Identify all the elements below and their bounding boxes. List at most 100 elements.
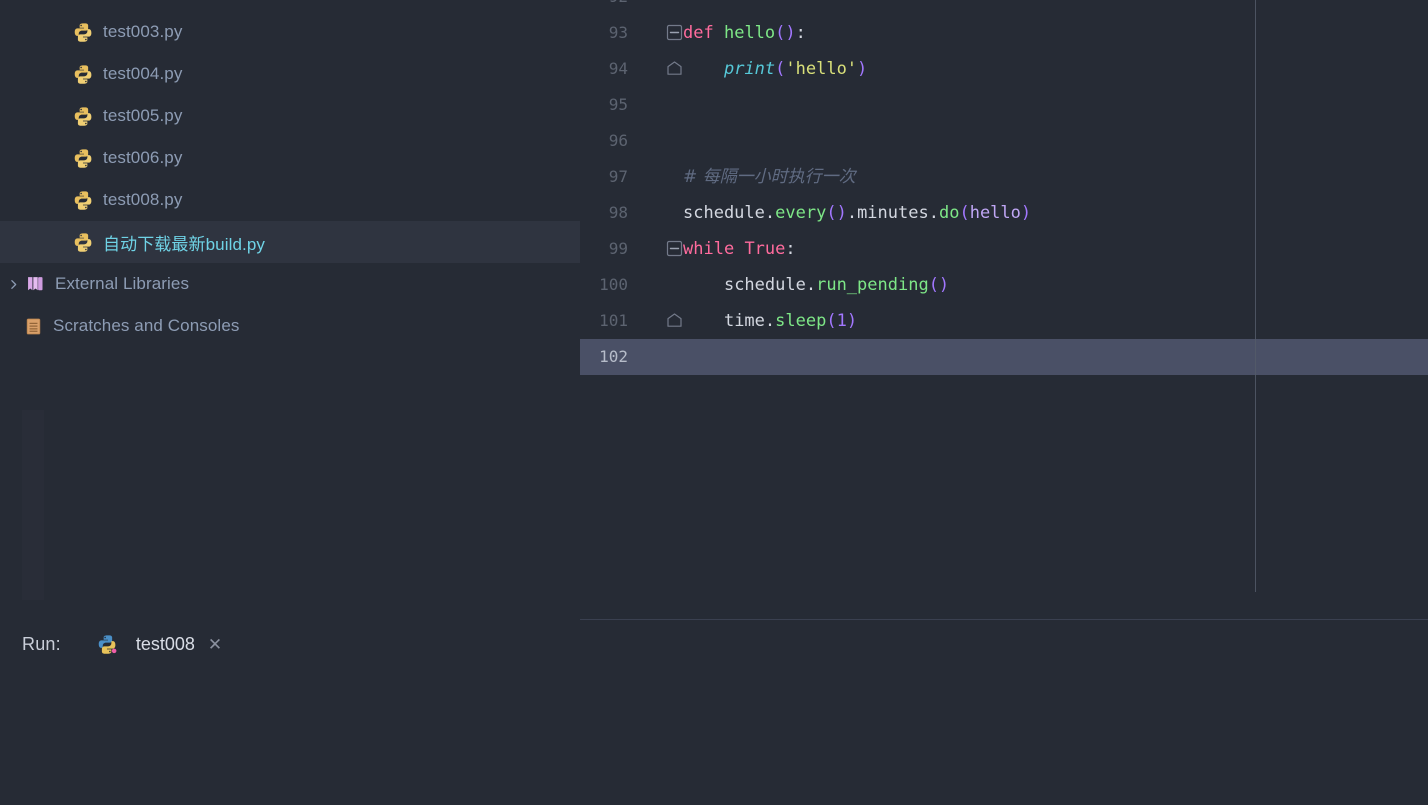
run-window-label: Run: [22, 633, 61, 654]
fold-gutter[interactable] [628, 159, 675, 195]
fold-gutter[interactable] [628, 303, 682, 339]
token: 1 [836, 311, 847, 331]
fold-region-end-icon[interactable] [666, 312, 683, 329]
fold-gutter[interactable] [628, 339, 675, 375]
line-number: 99 [608, 239, 628, 258]
python-file-icon [72, 189, 94, 211]
fold-gutter[interactable] [628, 87, 675, 123]
tree-item-scratches-and-consoles[interactable]: Scratches and Consoles [0, 305, 580, 347]
python-file-icon [72, 21, 94, 43]
fold-gutter[interactable] [628, 0, 675, 15]
run-tab-test008[interactable]: test008 ✕ [91, 620, 228, 668]
line-number: 94 [608, 59, 628, 78]
tree-item-external-libraries[interactable]: External Libraries [0, 263, 580, 305]
token: ) [857, 59, 868, 79]
fold-gutter[interactable] [628, 231, 683, 267]
token: True [744, 239, 786, 259]
token: time [723, 311, 765, 331]
ide-window: test002.py test003.py test004.py test005… [0, 0, 1428, 805]
fold-gutter[interactable] [628, 15, 683, 51]
tree-item-test005-py[interactable]: test005.py [0, 95, 580, 137]
project-tree-list: test002.py test003.py test004.py test005… [0, 0, 580, 347]
python-file-icon [72, 63, 94, 85]
fold-gutter[interactable] [628, 123, 675, 159]
code-text: print('hello') [675, 51, 867, 87]
code-line-97[interactable]: 97 # 每隔一小时执行一次 [580, 159, 1428, 195]
token: . [928, 203, 939, 223]
line-number: 97 [608, 167, 628, 186]
token: def [683, 23, 714, 43]
token: ( [775, 59, 786, 79]
line-number: 96 [608, 131, 628, 150]
token: while [683, 239, 735, 259]
fold-gutter[interactable] [628, 51, 682, 87]
code-line-99[interactable]: 99 while True: [580, 231, 1428, 267]
fold-region-end-icon[interactable] [666, 60, 683, 77]
line-number: 102 [599, 347, 628, 366]
fold-guide-line [1255, 0, 1256, 592]
code-line-96[interactable]: 96 [580, 123, 1428, 159]
code-line-95[interactable]: 95 [580, 87, 1428, 123]
tree-item-test006-py[interactable]: test006.py [0, 137, 580, 179]
tree-item-test003-py[interactable]: test003.py [0, 11, 580, 53]
token: () [826, 203, 847, 223]
line-number: 101 [599, 311, 628, 330]
line-number: 95 [608, 95, 628, 114]
tree-item-label: test005.py [103, 106, 183, 125]
code-line-94[interactable]: 94 print('hello') [580, 51, 1428, 87]
token: . [764, 311, 776, 331]
code-text: while True: [675, 231, 796, 267]
tree-item-test002-py[interactable]: test002.py [0, 0, 580, 11]
token: () [775, 23, 796, 43]
code-line-93[interactable]: 93 def hello(): [580, 15, 1428, 51]
ghost-artifact [22, 410, 44, 600]
token: ) [1020, 203, 1032, 223]
python-file-icon [72, 231, 94, 253]
library-book-icon [24, 273, 46, 295]
token: # 每隔一小时执行一次 [683, 167, 856, 187]
tree-item-label: Scratches and Consoles [53, 316, 240, 335]
tree-item-build-py[interactable]: 自动下载最新build.py [0, 221, 580, 263]
token: schedule [723, 275, 806, 295]
code-line-98[interactable]: 98 schedule.every().minutes.do(hello) [580, 195, 1428, 231]
run-header: Run: test008 ✕ [0, 620, 1428, 668]
token: 'hello' [785, 59, 858, 79]
code-text: # 每隔一小时执行一次 [675, 159, 856, 195]
python-file-icon [72, 147, 94, 169]
code-editor[interactable]: 9293 def hello():94 print('hello')959697… [580, 0, 1428, 620]
python-file-icon [72, 105, 94, 127]
code-lines: 9293 def hello():94 print('hello')959697… [580, 0, 1428, 375]
token: every [775, 203, 827, 223]
code-line-100[interactable]: 100 schedule.run_pending() [580, 267, 1428, 303]
token: schedule [683, 203, 765, 223]
tree-item-label: test006.py [103, 148, 183, 167]
token: . [805, 275, 817, 295]
fold-collapse-icon[interactable] [666, 240, 683, 257]
chevron-right-icon[interactable] [4, 275, 22, 293]
fold-gutter[interactable] [628, 267, 675, 303]
token: ( [826, 311, 837, 331]
line-number: 98 [608, 203, 628, 222]
code-line-92[interactable]: 92 [580, 0, 1428, 15]
code-text: schedule.every().minutes.do(hello) [675, 195, 1031, 231]
code-line-101[interactable]: 101 time.sleep(1) [580, 303, 1428, 339]
scratches-icon [22, 315, 44, 337]
token: () [928, 275, 950, 295]
token: . [846, 203, 858, 223]
token: sleep [775, 311, 827, 331]
fold-gutter[interactable] [628, 195, 675, 231]
tree-item-test004-py[interactable]: test004.py [0, 53, 580, 95]
close-icon[interactable]: ✕ [208, 636, 222, 653]
token: : [785, 239, 796, 259]
tree-item-test008-py[interactable]: test008.py [0, 179, 580, 221]
code-line-102[interactable]: 102 [580, 339, 1428, 375]
line-number: 100 [599, 275, 628, 294]
fold-collapse-icon[interactable] [666, 24, 683, 41]
tree-item-label: test004.py [103, 64, 183, 83]
run-tab-label: test008 [135, 633, 195, 654]
project-tree-panel: test002.py test003.py test004.py test005… [0, 0, 580, 620]
